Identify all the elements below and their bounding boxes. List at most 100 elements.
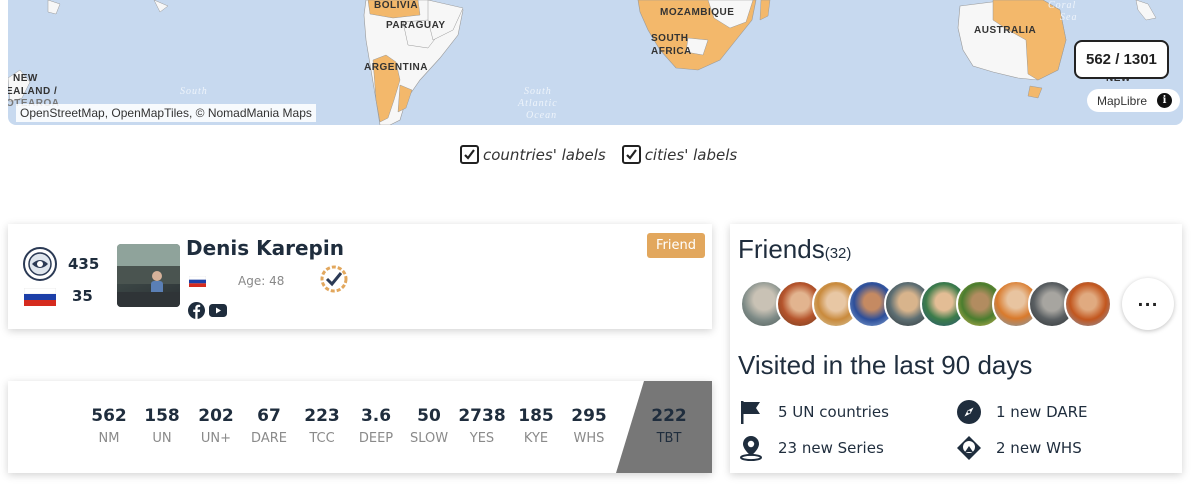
stat-un-plus-label: UN+ xyxy=(200,431,232,446)
countries-labels-checkbox[interactable] xyxy=(460,145,479,164)
ocean-label-coral-2: Sea xyxy=(1060,12,1078,23)
visited-dare[interactable]: 1 new DARE xyxy=(956,399,1088,425)
stat-yes-value: 2738 xyxy=(458,406,506,426)
profile-card: 435 35 Denis Karepin Age: 48 Friend xyxy=(8,224,712,329)
stat-dare-label: DARE xyxy=(251,431,287,446)
visited-dare-text[interactable]: 1 new DARE xyxy=(996,403,1088,421)
islands-shape xyxy=(1135,0,1157,21)
russia-small-flag-icon xyxy=(189,276,206,287)
user-age: Age: 48 xyxy=(238,274,285,288)
stat-slow-label: SLOW xyxy=(409,431,449,446)
user-photo-icon xyxy=(117,244,180,307)
visited-series-text[interactable]: 23 new Series xyxy=(778,439,884,457)
map-label-bolivia: BOLIVIA xyxy=(374,0,419,11)
compass-icon xyxy=(957,400,981,424)
cities-labels-checkbox[interactable] xyxy=(621,145,641,164)
nomadmania-badge-icon xyxy=(23,247,57,281)
map-pin-icon xyxy=(740,436,762,461)
friends-card: Friends(32) ··· Visited in the last 90 d… xyxy=(730,224,1182,473)
visited-whs-text[interactable]: 2 new WHS xyxy=(996,439,1082,457)
friend-button[interactable]: Friend xyxy=(647,233,705,258)
country-count: 35 xyxy=(72,287,93,305)
friends-heading[interactable]: Friends(32) xyxy=(738,234,851,265)
map-label-mozambique: MOZAMBIQUE xyxy=(660,7,735,18)
maplibre-label[interactable]: MapLibre xyxy=(1097,94,1147,108)
visited-counter-badge: 562 / 1301 xyxy=(1074,40,1169,79)
stat-un-plus[interactable]: 202 UN+ xyxy=(189,406,243,446)
stat-slow-value: 50 xyxy=(417,406,441,426)
verified-badge-icon xyxy=(320,265,348,293)
cities-labels-text[interactable]: cities' labels xyxy=(645,146,738,164)
stat-deep-value: 3.6 xyxy=(360,406,392,426)
stat-kye-label: KYE xyxy=(523,431,549,446)
map-attribution[interactable]: OpenStreetMap, OpenMapTiles, © NomadMani… xyxy=(16,104,316,122)
stat-dare-value: 67 xyxy=(257,406,281,426)
map-label-south-africa-line2: AFRICA xyxy=(651,46,692,57)
user-name[interactable]: Denis Karepin xyxy=(186,236,344,260)
friend-avatar[interactable] xyxy=(1064,280,1112,328)
visited-recent-title: Visited in the last 90 days xyxy=(738,350,1033,380)
stat-un[interactable]: 158 UN xyxy=(135,406,189,446)
visited-un-countries[interactable]: 5 UN countries xyxy=(738,399,889,425)
russia-flag-icon xyxy=(24,288,56,306)
youtube-icon[interactable] xyxy=(209,304,227,317)
countries-labels-toggle[interactable]: countries' labels xyxy=(460,145,606,164)
stats-bar: 562 NM 158 UN 202 UN+ 67 DARE 223 TCC 3.6 DEEP… xyxy=(8,381,712,473)
checkmark-icon xyxy=(464,149,475,160)
countries-labels-text[interactable]: countries' labels xyxy=(483,146,606,164)
checkmark-icon xyxy=(625,149,637,160)
maplibre-attribution[interactable]: MapLibre i xyxy=(1087,89,1181,112)
info-icon[interactable]: i xyxy=(1157,93,1173,108)
map-label-argentina: ARGENTINA xyxy=(364,62,428,73)
stat-nm[interactable]: 562 NM xyxy=(82,406,136,446)
stat-kye-value: 185 xyxy=(518,406,554,426)
ocean-label-south-atlantic-1: South xyxy=(524,86,552,97)
stat-deep-label: DEEP xyxy=(358,431,394,446)
more-friends-button[interactable]: ··· xyxy=(1122,278,1174,330)
stat-yes[interactable]: 2738 YES xyxy=(455,406,509,446)
ocean-label-south-atlantic-2: Atlantic xyxy=(518,98,558,109)
friends-count[interactable]: (32) xyxy=(825,245,852,262)
ocean-label-coral-1: Coral xyxy=(1048,0,1077,11)
facebook-icon[interactable] xyxy=(188,302,205,319)
stat-yes-label: YES xyxy=(469,431,495,446)
stat-tcc-label: TCC xyxy=(309,431,335,446)
stat-tbt[interactable]: 222 TBT xyxy=(642,406,696,446)
pacific-island-2-shape xyxy=(153,0,169,13)
stat-tcc[interactable]: 223 TCC xyxy=(295,406,349,446)
stat-whs[interactable]: 295 WHS xyxy=(562,406,616,446)
stat-tcc-value: 223 xyxy=(304,406,340,426)
user-avatar[interactable] xyxy=(117,244,180,307)
friends-title[interactable]: Friends xyxy=(738,234,825,264)
stat-kye[interactable]: 185 KYE xyxy=(509,406,563,446)
whs-icon xyxy=(957,436,981,460)
stat-nm-label: NM xyxy=(98,431,120,446)
stat-un-label: UN xyxy=(152,431,172,446)
stat-nm-value: 562 xyxy=(91,406,127,426)
tasmania-visited xyxy=(1027,85,1043,99)
stat-dare[interactable]: 67 DARE xyxy=(242,406,296,446)
map-label-south-africa-line1: SOUTH xyxy=(651,33,689,44)
stat-whs-value: 295 xyxy=(571,406,607,426)
ocean-label-south-pacific: South xyxy=(180,86,208,97)
stat-deep[interactable]: 3.6 DEEP xyxy=(349,406,403,446)
stat-un-plus-value: 202 xyxy=(198,406,234,426)
map-label-toggles: countries' labels cities' labels xyxy=(460,145,737,164)
ocean-label-south-atlantic-3: Ocean xyxy=(526,110,558,121)
stat-un-value: 158 xyxy=(144,406,180,426)
visited-series[interactable]: 23 new Series xyxy=(738,435,884,461)
uruguay-visited xyxy=(397,84,413,113)
stat-slow[interactable]: 50 SLOW xyxy=(402,406,456,446)
map-label-australia: AUSTRALIA xyxy=(974,25,1037,36)
stat-whs-label: WHS xyxy=(573,431,605,446)
nm-count: 435 xyxy=(68,255,100,273)
stat-tbt-value: 222 xyxy=(651,406,687,426)
visited-whs[interactable]: 2 new WHS xyxy=(956,435,1082,461)
visited-un-countries-text[interactable]: 5 UN countries xyxy=(778,403,889,421)
cities-labels-toggle[interactable]: cities' labels xyxy=(621,145,738,164)
map-label-nz-line1: NEW xyxy=(13,73,38,84)
map-label-paraguay: PARAGUAY xyxy=(386,20,446,31)
pacific-island-shape xyxy=(47,0,61,15)
flag-icon xyxy=(741,401,760,424)
world-map[interactable]: BOLIVIA PARAGUAY ARGENTINA MOZAMBIQUE SO… xyxy=(8,0,1183,125)
